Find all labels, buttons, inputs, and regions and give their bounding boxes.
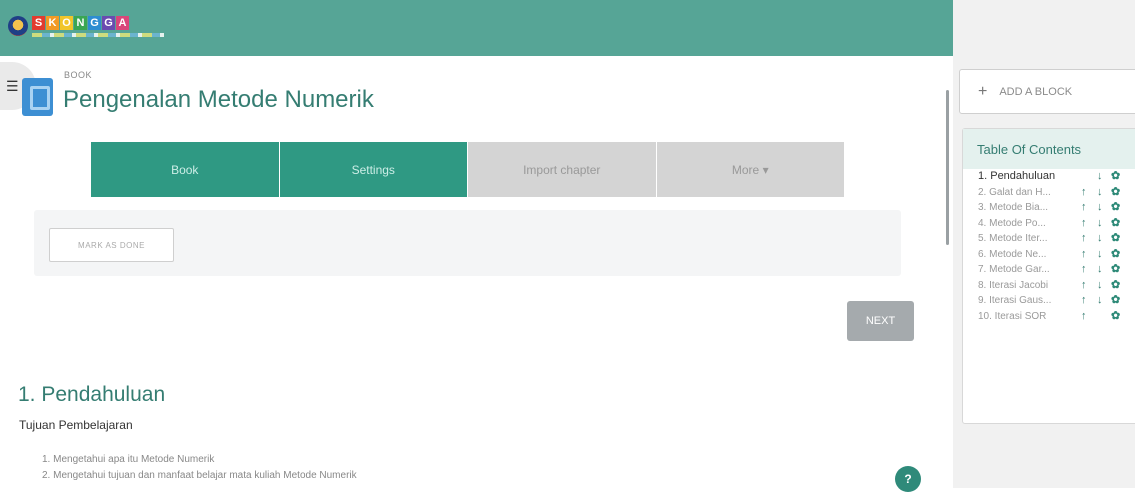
move-down-icon[interactable]: ↓ — [1097, 247, 1103, 262]
learning-objectives-heading: Tujuan Pembelajaran — [19, 418, 133, 432]
toc-item-label[interactable]: 1. Pendahuluan — [978, 169, 1068, 184]
move-down-icon[interactable]: ↓ — [1097, 231, 1103, 246]
gear-icon[interactable]: ✿ — [1111, 216, 1120, 231]
logo-tagline — [32, 32, 164, 37]
chapter-title: 1. Pendahuluan — [18, 383, 166, 406]
page-title: Pengenalan Metode Numerik — [63, 86, 374, 113]
list-item: 1. Mengetahui apa itu Metode Numerik — [42, 454, 215, 465]
gear-icon[interactable]: ✿ — [1111, 200, 1120, 215]
toc-item[interactable]: 8. Iterasi Jacobi ↑ ↓ ✿ — [978, 278, 1135, 294]
table-of-contents: Table Of Contents 1. Pendahuluan ↓ ✿ 2. Gal… — [962, 128, 1135, 424]
move-down-icon[interactable]: ↓ — [1097, 169, 1103, 184]
gear-icon[interactable]: ✿ — [1111, 262, 1120, 277]
toc-item[interactable]: 7. Metode Gar... ↑ ↓ ✿ — [978, 262, 1135, 278]
toc-item-label[interactable]: 2. Galat dan H... — [978, 185, 1068, 200]
move-up-icon[interactable]: ↑ — [1081, 293, 1087, 308]
gear-icon[interactable]: ✿ — [1111, 247, 1120, 262]
toc-item[interactable]: 10. Iterasi SOR ↑ ✿ — [978, 309, 1135, 325]
gear-icon[interactable]: ✿ — [1111, 278, 1120, 293]
move-up-icon[interactable]: ↑ — [1081, 185, 1087, 200]
logo-letter: G — [88, 15, 101, 30]
move-up-icon[interactable]: ↑ — [1081, 216, 1087, 231]
book-tabs: Book Settings Import chapter More ▾ — [91, 142, 844, 197]
next-button[interactable]: NEXT — [847, 301, 914, 341]
app-logo[interactable]: S K O N G G A — [8, 10, 164, 42]
logo-letter: S — [32, 15, 45, 30]
move-up-icon[interactable]: ↑ — [1081, 278, 1087, 293]
tab-book[interactable]: Book — [91, 142, 280, 197]
toc-item-label[interactable]: 7. Metode Gar... — [978, 262, 1068, 277]
toc-item[interactable]: 4. Metode Po... ↑ ↓ ✿ — [978, 216, 1135, 232]
toc-item[interactable]: 2. Galat dan H... ↑ ↓ ✿ — [978, 185, 1135, 201]
move-up-icon[interactable]: ↑ — [1081, 262, 1087, 277]
move-down-icon[interactable]: ↓ — [1097, 216, 1103, 231]
logo-letter: A — [116, 15, 129, 30]
toc-item-label[interactable]: 10. Iterasi SOR — [978, 309, 1068, 324]
add-block-label: ADD A BLOCK — [999, 85, 1073, 98]
learning-objectives-list: 1. Mengetahui apa itu Metode Numerik 2. … — [42, 452, 357, 484]
list-item: 2. Mengetahui tujuan dan manfaat belajar… — [42, 470, 357, 481]
toc-list: 1. Pendahuluan ↓ ✿ 2. Galat dan H... ↑ ↓ ✿ 3. M… — [978, 169, 1135, 324]
move-up-icon[interactable]: ↑ — [1081, 247, 1087, 262]
toc-title: Table Of Contents — [963, 129, 1135, 169]
toc-item-label[interactable]: 5. Metode Iter... — [978, 231, 1068, 246]
mark-as-done-button[interactable]: MARK AS DONE — [49, 228, 174, 262]
move-up-icon[interactable]: ↑ — [1081, 200, 1087, 215]
toc-item[interactable]: 1. Pendahuluan ↓ ✿ — [978, 169, 1135, 185]
menu-icon: ☰ — [6, 78, 19, 94]
book-kicker: BOOK — [64, 70, 93, 80]
toc-item-label[interactable]: 8. Iterasi Jacobi — [978, 278, 1068, 293]
move-down-icon[interactable]: ↓ — [1097, 200, 1103, 215]
gear-icon[interactable]: ✿ — [1111, 169, 1120, 184]
gear-icon[interactable]: ✿ — [1111, 231, 1120, 246]
toc-item-label[interactable]: 4. Metode Po... — [978, 216, 1068, 231]
add-block-button[interactable]: + ADD A BLOCK — [959, 69, 1135, 114]
toc-item[interactable]: 5. Metode Iter... ↑ ↓ ✿ — [978, 231, 1135, 247]
move-down-icon[interactable]: ↓ — [1097, 262, 1103, 277]
toc-item-label[interactable]: 6. Metode Ne... — [978, 247, 1068, 262]
logo-letter: N — [74, 15, 87, 30]
toc-item-label[interactable]: 9. Iterasi Gaus... — [978, 293, 1068, 308]
tab-more[interactable]: More ▾ — [656, 142, 844, 197]
gear-icon[interactable]: ✿ — [1111, 309, 1120, 324]
toc-item-label[interactable]: 3. Metode Bia... — [978, 200, 1068, 215]
plus-icon: + — [978, 82, 988, 100]
move-down-icon[interactable]: ↓ — [1097, 293, 1103, 308]
logo-letter: O — [60, 15, 73, 30]
tab-import-chapter[interactable]: Import chapter — [468, 142, 657, 197]
logo-letter: K — [46, 15, 59, 30]
logo-emblem-icon — [8, 16, 28, 36]
tab-settings[interactable]: Settings — [279, 142, 468, 197]
gear-icon[interactable]: ✿ — [1111, 293, 1120, 308]
gear-icon[interactable]: ✿ — [1111, 185, 1120, 200]
content-scrollbar[interactable] — [946, 90, 949, 245]
move-up-icon[interactable]: ↑ — [1081, 231, 1087, 246]
help-button[interactable]: ? — [895, 466, 921, 492]
toc-item[interactable]: 6. Metode Ne... ↑ ↓ ✿ — [978, 247, 1135, 263]
move-up-icon[interactable]: ↑ — [1081, 309, 1087, 324]
move-down-icon[interactable]: ↓ — [1097, 278, 1103, 293]
toc-item[interactable]: 3. Metode Bia... ↑ ↓ ✿ — [978, 200, 1135, 216]
logo-letter: G — [102, 15, 115, 30]
toc-item[interactable]: 9. Iterasi Gaus... ↑ ↓ ✿ — [978, 293, 1135, 309]
move-down-icon[interactable]: ↓ — [1097, 185, 1103, 200]
top-header: S K O N G G A — [0, 0, 953, 56]
book-icon — [22, 78, 53, 116]
